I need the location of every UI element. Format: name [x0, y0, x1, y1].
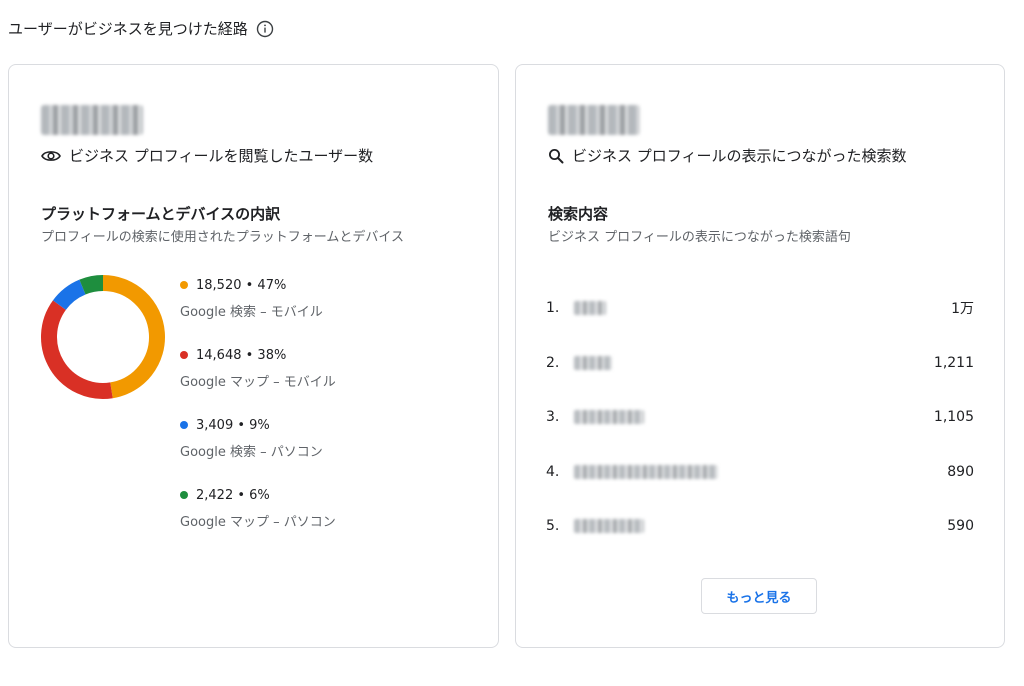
- see-more-button[interactable]: もっと見る: [701, 578, 817, 614]
- platform-donut-chart: [41, 275, 165, 399]
- breakdown-title: プラットフォームとデバイスの内訳: [41, 205, 281, 223]
- legend-value: 3,409 • 9%: [196, 417, 270, 433]
- search-term-row: 3. 1,105: [546, 390, 974, 445]
- legend-value: 18,520 • 47%: [196, 277, 287, 293]
- donut-slice-search-mobile: [102, 275, 165, 399]
- search-count: 1,211: [933, 354, 974, 371]
- redacted-search-term: [574, 410, 644, 425]
- page-header: ユーザーがビジネスを見つけた経路: [8, 18, 274, 39]
- legend-dot-search-desktop: [180, 421, 188, 429]
- views-metric-text: ビジネス プロフィールを閲覧したユーザー数: [69, 147, 374, 165]
- redacted-search-term: [574, 464, 718, 479]
- redacted-search-term: [574, 301, 606, 316]
- redacted-search-term: [574, 355, 612, 370]
- rank-number: 1.: [546, 300, 560, 317]
- rank-number: 4.: [546, 463, 560, 480]
- donut-legend: 18,520 • 47% Google 検索 – モバイル 14,648 • 3…: [180, 275, 336, 555]
- info-icon[interactable]: [256, 20, 274, 38]
- legend-label: Google マップ – モバイル: [180, 375, 336, 390]
- search-term-row: 5. 590: [546, 499, 974, 554]
- legend-label: Google 検索 – パソコン: [180, 445, 323, 460]
- legend-label: Google マップ – パソコン: [180, 515, 336, 530]
- search-terms-list: 1. 1万 2. 1,211 3. 1,105 4. 890 5. 590: [546, 281, 974, 554]
- page-title: ユーザーがビジネスを見つけた経路: [8, 20, 248, 38]
- search-count: 1,105: [933, 409, 974, 426]
- redacted-searches-total: [548, 105, 640, 135]
- searches-card: ビジネス プロフィールの表示につながった検索数 検索内容 ビジネス プロフィール…: [515, 64, 1005, 648]
- legend-item: 18,520 • 47% Google 検索 – モバイル: [180, 275, 336, 345]
- donut-slice-search-desktop: [52, 279, 86, 311]
- legend-item: 3,409 • 9% Google 検索 – パソコン: [180, 415, 336, 485]
- search-term-row: 4. 890: [546, 445, 974, 500]
- searches-metric-label: ビジネス プロフィールの表示につながった検索数: [548, 145, 906, 166]
- legend-dot-search-mobile: [180, 281, 188, 289]
- rank-number: 5.: [546, 518, 560, 535]
- legend-dot-maps-desktop: [180, 491, 188, 499]
- donut-slice-maps-desktop: [79, 275, 104, 295]
- legend-dot-maps-mobile: [180, 351, 188, 359]
- search-term-row: 1. 1万: [546, 281, 974, 336]
- eye-icon: [41, 150, 61, 161]
- rank-number: 2.: [546, 354, 560, 371]
- profile-views-card: ビジネス プロフィールを閲覧したユーザー数 プラットフォームとデバイスの内訳 プ…: [8, 64, 499, 648]
- search-count: 890: [947, 463, 974, 480]
- redacted-views-total: [41, 105, 143, 135]
- breakdown-subtitle: プロフィールの検索に使用されたプラットフォームとデバイス: [41, 230, 404, 245]
- legend-item: 14,648 • 38% Google マップ – モバイル: [180, 345, 336, 415]
- search-count: 1万: [951, 301, 974, 318]
- searches-metric-text: ビジネス プロフィールの表示につながった検索数: [572, 147, 907, 165]
- legend-value: 14,648 • 38%: [196, 347, 287, 363]
- legend-value: 2,422 • 6%: [196, 487, 270, 503]
- legend-label: Google 検索 – モバイル: [180, 305, 323, 320]
- donut-slice-maps-mobile: [41, 300, 113, 399]
- legend-item: 2,422 • 6% Google マップ – パソコン: [180, 485, 336, 555]
- search-count: 590: [947, 518, 974, 535]
- redacted-search-term: [574, 519, 644, 534]
- views-metric-label: ビジネス プロフィールを閲覧したユーザー数: [41, 145, 373, 166]
- search-terms-title: 検索内容: [548, 205, 609, 223]
- search-icon: [549, 148, 564, 163]
- rank-number: 3.: [546, 409, 560, 426]
- search-term-row: 2. 1,211: [546, 336, 974, 391]
- search-terms-subtitle: ビジネス プロフィールの表示につながった検索語句: [548, 230, 851, 245]
